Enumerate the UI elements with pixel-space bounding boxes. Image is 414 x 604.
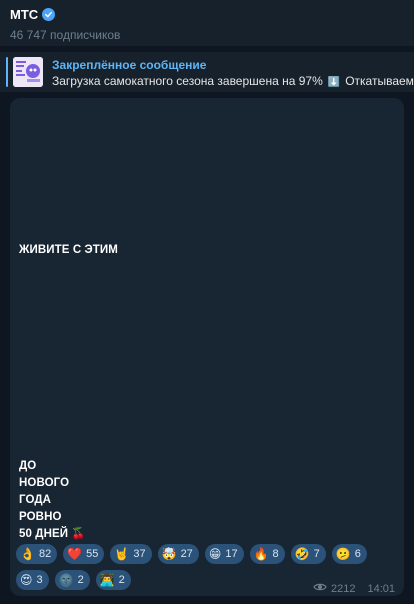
reaction-count: 2 [118,574,125,586]
pinned-preview: Загрузка самокатного сезона завершена на… [52,74,414,88]
view-count: 2212 [330,582,356,595]
reaction-rofl[interactable]: 🤣 7 [290,544,326,564]
pinned-text: Загрузка самокатного сезона завершена на… [52,74,323,88]
post-line: РОВНО [19,511,62,523]
post-line: 50 ДНЕЙ [19,528,69,540]
channel-title[interactable]: МТС [10,7,56,22]
subscriber-count: 46 747 подписчиков [10,28,121,42]
reaction-count: 27 [180,548,193,560]
heart-eyes-icon: 😍 [20,573,33,587]
reaction-count: 8 [272,548,279,560]
pinned-message-bar[interactable]: Закреплённое сообщение Загрузка самокатн… [0,52,414,92]
reaction-technologist[interactable]: 👨‍💻 2 [95,570,131,590]
reaction-heart-eyes[interactable]: 😍 3 [16,570,49,590]
pinned-indicator [6,57,8,87]
reaction-count: 7 [313,548,320,560]
grin-icon: 😁 [208,547,222,561]
technologist-icon: 👨‍💻 [99,573,115,587]
reaction-mind-blown[interactable]: 🤯 27 [157,544,199,564]
reaction-count: 3 [36,574,43,586]
post-meta: 2212 14:01 [313,582,395,595]
pinned-thumbnail [13,57,43,87]
reaction-count: 2 [77,574,84,586]
post-line: ДО [19,460,37,472]
reaction-count: 37 [133,548,146,560]
channel-name: МТС [10,7,39,22]
channel-post[interactable]: ЖИВИТЕ С ЭТИМ ДО НОВОГО ГОДА РОВНО 50 ДН… [10,98,404,596]
mind-blown-icon: 🤯 [161,547,177,561]
reaction-dark-moon[interactable]: 🌚 2 [54,570,90,590]
rock-hand-icon: 🤘 [114,547,130,561]
dark-moon-icon: 🌚 [58,573,74,587]
pinned-title: Закреплённое сообщение [52,58,207,72]
ok-hand-icon: 👌 [20,547,35,561]
post-time: 14:01 [367,582,395,595]
pinned-text-continued: Откатываем [345,74,414,88]
rofl-icon: 🤣 [294,547,310,561]
fire-icon: 🔥 [253,547,269,561]
post-countdown: ДО НОВОГО ГОДА РОВНО 50 ДНЕЙ 🍒 [19,458,86,543]
reaction-grin[interactable]: 😁 17 [204,544,244,564]
verified-icon [42,8,56,21]
reaction-rock-hand[interactable]: 🤘 37 [110,544,152,564]
reaction-count: 55 [86,548,99,560]
heart-icon: ❤️ [67,547,83,561]
post-line: НОВОГО [19,477,70,489]
cherry-icon: 🍒 [71,528,86,540]
post-line-headline: ЖИВИТЕ С ЭТИМ [19,244,118,256]
reaction-count: 82 [38,548,52,560]
reaction-diagonal-mouth[interactable]: 🫤 6 [331,544,367,564]
eye-icon [313,582,327,595]
diagonal-mouth-icon: 🫤 [335,547,351,561]
post-line-last: 50 ДНЕЙ 🍒 [19,526,86,543]
reaction-count: 17 [225,548,238,560]
reaction-heart[interactable]: ❤️ 55 [63,544,105,564]
reaction-ok-hand[interactable]: 👌 82 [16,544,58,564]
down-arrow-icon: ⬇️ [327,77,341,88]
reaction-count: 6 [354,548,361,560]
reaction-fire[interactable]: 🔥 8 [249,544,285,564]
post-line: ГОДА [19,494,52,506]
channel-header[interactable]: МТС 46 747 подписчиков [0,0,414,46]
